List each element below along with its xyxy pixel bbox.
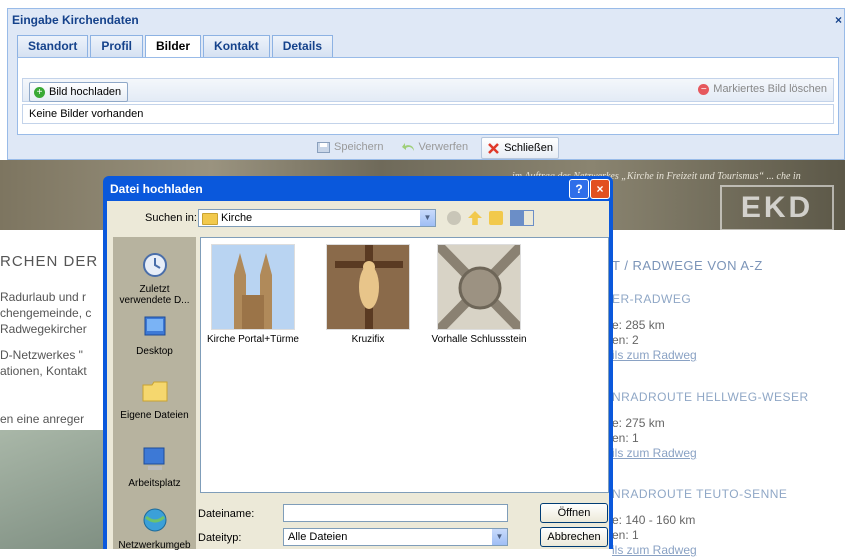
chevron-down-icon[interactable]: ▼ xyxy=(420,210,435,226)
file-item[interactable]: Vorhalle Schlussstein xyxy=(429,244,529,345)
close-x-icon xyxy=(488,142,499,154)
route-details-link[interactable]: ils zum Radweg xyxy=(612,446,697,460)
open-button[interactable]: Öffnen xyxy=(540,503,608,523)
delete-image-label: Markiertes Bild löschen xyxy=(713,83,827,95)
folder-icon xyxy=(202,213,218,225)
window-footer: Speichern Verwerfen Schließen xyxy=(312,137,559,159)
intro-line: chengemeinde, c xyxy=(0,306,92,320)
file-item[interactable]: Kirche Portal+Türme xyxy=(203,244,303,345)
place-my-computer[interactable]: Arbeitsplatz xyxy=(113,445,196,489)
upload-image-button[interactable]: + Bild hochladen xyxy=(29,82,129,102)
look-in-dropdown[interactable]: Kirche ▼ xyxy=(198,209,436,227)
floppy-disk-icon xyxy=(317,141,330,153)
route-churches: en: 2 xyxy=(612,333,639,347)
place-my-documents[interactable]: Eigene Dateien xyxy=(113,377,196,421)
intro-line: en eine anreger xyxy=(0,412,85,426)
dialog-title: Datei hochladen xyxy=(110,182,203,196)
discard-label: Verwerfen xyxy=(418,141,469,153)
map-thumbnail[interactable] xyxy=(0,430,110,549)
upload-image-label: Bild hochladen xyxy=(49,86,122,98)
route-churches: en: 1 xyxy=(612,528,639,542)
place-my-documents-label: Eigene Dateien xyxy=(120,410,189,421)
save-label: Speichern xyxy=(334,141,384,153)
tab-details[interactable]: Details xyxy=(271,35,334,57)
route-length: e: 285 km xyxy=(612,318,665,332)
place-desktop-label: Desktop xyxy=(136,346,173,357)
tab-standort[interactable]: Standort xyxy=(17,35,89,57)
save-button[interactable]: Speichern xyxy=(312,137,389,157)
file-upload-dialog: Datei hochladen ? × Suchen in: Kirche ▼ … xyxy=(103,176,613,551)
up-folder-icon[interactable] xyxy=(468,211,482,225)
route-title[interactable]: NRADROUTE HELLWEG-WESER xyxy=(612,390,809,404)
tab-bilder[interactable]: Bilder xyxy=(145,35,202,58)
window-close-button[interactable]: × xyxy=(835,13,842,27)
close-button[interactable]: Schließen xyxy=(481,137,559,159)
recent-documents-icon xyxy=(142,253,167,277)
place-network-label: Netzwerkumgeb xyxy=(118,540,191,551)
filetype-label: Dateityp: xyxy=(198,532,242,544)
desktop-icon xyxy=(144,316,165,336)
cancel-button[interactable]: Abbrechen xyxy=(540,527,608,547)
chevron-down-icon[interactable]: ▼ xyxy=(492,529,507,545)
back-icon[interactable] xyxy=(447,211,461,225)
dialog-nav-toolbar xyxy=(447,210,534,226)
undo-arrow-icon xyxy=(401,142,414,151)
filetype-value: Alle Dateien xyxy=(288,531,348,543)
route-length: e: 275 km xyxy=(612,416,665,430)
route-details-link[interactable]: ils zum Radweg xyxy=(612,348,697,362)
filename-label: Dateiname: xyxy=(198,508,255,520)
tab-bar: Standort Profil Bilder Kontakt Details xyxy=(17,35,335,58)
look-in-label: Suchen in: xyxy=(145,212,197,224)
remove-icon: − xyxy=(698,83,710,95)
images-panel: + Bild hochladen − Markiertes Bild lösch… xyxy=(17,57,839,135)
filename-input[interactable] xyxy=(283,504,508,522)
file-name: Kirche Portal+Türme xyxy=(207,334,299,345)
file-list: Kirche Portal+Türme Kruzifix Vorhalle Sc… xyxy=(200,237,609,493)
intro-line: D-Netzwerkes " xyxy=(0,348,83,362)
images-toolbar: + Bild hochladen − Markiertes Bild lösch… xyxy=(22,78,834,102)
route-length: e: 140 - 160 km xyxy=(612,513,696,527)
new-folder-icon[interactable] xyxy=(489,211,503,225)
file-thumbnail xyxy=(211,244,295,330)
route-title[interactable]: NRADROUTE TEUTO-SENNE xyxy=(612,487,787,501)
add-icon: + xyxy=(34,86,45,98)
view-menu-icon[interactable] xyxy=(510,210,534,226)
file-thumbnail xyxy=(326,244,410,330)
place-recent-label: Zuletzt verwendete D... xyxy=(119,284,190,306)
file-name: Kruzifix xyxy=(351,334,385,345)
window-title: Eingabe Kirchendaten xyxy=(12,13,139,27)
filetype-dropdown[interactable]: Alle Dateien ▼ xyxy=(283,528,508,546)
my-documents-folder-icon xyxy=(142,381,167,402)
intro-line: Radurlaub und r xyxy=(0,290,87,304)
close-label: Schließen xyxy=(504,142,553,154)
my-computer-icon xyxy=(143,447,164,470)
places-bar: Zuletzt verwendete D... Desktop Eigene D… xyxy=(113,237,196,551)
intro-line: Radwegekircher xyxy=(0,322,87,336)
file-thumbnail xyxy=(437,244,521,330)
delete-image-button[interactable]: − Markiertes Bild löschen xyxy=(698,83,827,95)
discard-button[interactable]: Verwerfen xyxy=(397,137,474,157)
route-churches: en: 1 xyxy=(612,431,639,445)
file-item[interactable]: Kruzifix xyxy=(318,244,418,345)
network-globe-icon xyxy=(143,508,166,532)
page-heading-partial: RCHEN DER xyxy=(0,253,99,270)
edit-church-window: Eingabe Kirchendaten × Standort Profil B… xyxy=(7,8,845,160)
file-name: Vorhalle Schlussstein xyxy=(431,334,527,345)
place-network[interactable]: Netzwerkumgeb xyxy=(113,507,196,551)
look-in-value: Kirche xyxy=(221,212,253,224)
tab-profil[interactable]: Profil xyxy=(90,35,144,57)
place-desktop[interactable]: Desktop xyxy=(113,313,196,357)
dialog-close-button[interactable]: × xyxy=(590,179,610,199)
route-nav-link[interactable]: T / RADWEGE VON A-Z xyxy=(612,258,763,273)
place-my-computer-label: Arbeitsplatz xyxy=(128,478,181,489)
route-title[interactable]: ER-RADWEG xyxy=(612,292,691,306)
help-button[interactable]: ? xyxy=(569,179,589,199)
dialog-body: Suchen in: Kirche ▼ Zuletzt verwendete D… xyxy=(107,201,609,551)
image-list-empty: Keine Bilder vorhanden xyxy=(22,104,834,124)
route-details-link[interactable]: ils zum Radweg xyxy=(612,543,697,557)
intro-line: ationen, Kontakt xyxy=(0,364,87,378)
tab-kontakt[interactable]: Kontakt xyxy=(203,35,270,57)
place-recent[interactable]: Zuletzt verwendete D... xyxy=(113,251,196,306)
